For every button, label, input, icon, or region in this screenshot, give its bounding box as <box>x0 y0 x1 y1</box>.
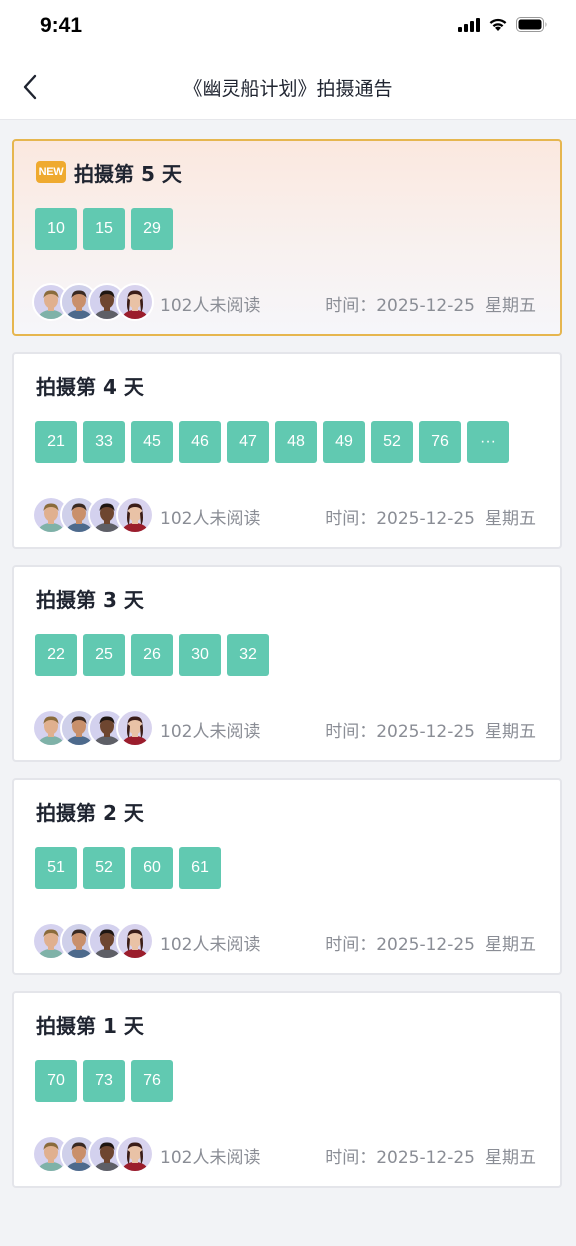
card-footer: 102人未阅读 时间：2025-12-25 星期五 <box>32 496 536 534</box>
avatar-stack[interactable] <box>32 283 154 321</box>
shoot-weekday: 星期五 <box>485 722 536 742</box>
card-footer: 102人未阅读 时间：2025-12-25 星期五 <box>32 709 536 747</box>
scene-chip[interactable]: 47 <box>227 421 269 463</box>
unread-count: 102人未阅读 <box>160 722 261 742</box>
scene-chip-list: 51 52 60 61 <box>35 847 221 889</box>
shoot-date: 2025-12-25 <box>376 935 475 955</box>
shoot-date: 2025-12-25 <box>376 1148 475 1168</box>
scene-chip[interactable]: 49 <box>323 421 365 463</box>
card-header: 拍摄第 2 天 <box>36 798 144 825</box>
notice-card[interactable]: 拍摄第 1 天 70 73 76 102人未阅读 时间：2025-12-25 星期五 <box>12 991 562 1188</box>
notice-card-list: NEW 拍摄第 5 天 10 15 29 102人未阅读 时间：2025-12-25 星期五拍… <box>12 139 562 1204</box>
shoot-time: 时间：2025-12-25 星期五 <box>325 717 536 742</box>
avatar <box>116 1135 154 1173</box>
signal-icon <box>458 17 480 36</box>
notice-card[interactable]: 拍摄第 4 天 21 33 45 46 47 48 49 52 76 ··· 102人未阅读 时间：20… <box>12 352 562 549</box>
card-header: 拍摄第 1 天 <box>36 1011 144 1038</box>
wifi-icon <box>488 17 508 36</box>
scene-chip[interactable]: 30 <box>179 634 221 676</box>
avatar <box>116 709 154 747</box>
time-label: 时间： <box>325 509 377 529</box>
scene-chip[interactable]: 46 <box>179 421 221 463</box>
shoot-time: 时间：2025-12-25 星期五 <box>325 504 536 529</box>
top-bar: 9:41 《幽灵船计划》拍摄通告 <box>0 0 576 120</box>
card-footer: 102人未阅读 时间：2025-12-25 星期五 <box>32 1135 536 1173</box>
avatar <box>116 496 154 534</box>
shoot-time: 时间：2025-12-25 星期五 <box>325 930 536 955</box>
scene-chip[interactable]: 21 <box>35 421 77 463</box>
scene-chip[interactable]: 76 <box>131 1060 173 1102</box>
scene-chip[interactable]: 51 <box>35 847 77 889</box>
card-header: NEW 拍摄第 5 天 <box>36 159 182 186</box>
scene-chip-list: 21 33 45 46 47 48 49 52 76 ··· <box>35 421 509 463</box>
card-title: 拍摄第 5 天 <box>74 161 182 186</box>
battery-icon <box>516 16 548 36</box>
avatar-stack[interactable] <box>32 496 154 534</box>
card-title: 拍摄第 3 天 <box>36 587 144 612</box>
shoot-date: 2025-12-25 <box>376 296 475 316</box>
avatar <box>116 283 154 321</box>
scene-chip[interactable]: 52 <box>371 421 413 463</box>
scene-chip[interactable]: 70 <box>35 1060 77 1102</box>
time-label: 时间： <box>325 722 377 742</box>
notice-card[interactable]: NEW 拍摄第 5 天 10 15 29 102人未阅读 时间：2025-12-25 星期五 <box>12 139 562 336</box>
scene-chip-list: 10 15 29 <box>35 208 173 250</box>
status-time: 9:41 <box>40 14 83 37</box>
avatar-stack[interactable] <box>32 709 154 747</box>
scene-chip[interactable]: 32 <box>227 634 269 676</box>
unread-count: 102人未阅读 <box>160 296 261 316</box>
card-header: 拍摄第 4 天 <box>36 372 144 399</box>
scene-chip[interactable]: 25 <box>83 634 125 676</box>
card-title: 拍摄第 2 天 <box>36 800 144 825</box>
status-bar: 9:41 <box>0 0 576 54</box>
scene-chip[interactable]: 10 <box>35 208 77 250</box>
scene-chip[interactable]: 52 <box>83 847 125 889</box>
scene-chip[interactable]: 48 <box>275 421 317 463</box>
shoot-weekday: 星期五 <box>485 296 536 316</box>
avatar-stack[interactable] <box>32 922 154 960</box>
shoot-weekday: 星期五 <box>485 1148 536 1168</box>
avatar-stack[interactable] <box>32 1135 154 1173</box>
scene-chip[interactable]: 22 <box>35 634 77 676</box>
shoot-time: 时间：2025-12-25 星期五 <box>325 291 536 316</box>
notice-card[interactable]: 拍摄第 2 天 51 52 60 61 102人未阅读 时间：2025-12-25 星期五 <box>12 778 562 975</box>
status-icons <box>458 16 548 36</box>
scene-chip[interactable]: 33 <box>83 421 125 463</box>
new-badge: NEW <box>36 161 66 183</box>
avatar <box>116 922 154 960</box>
shoot-date: 2025-12-25 <box>376 722 475 742</box>
scene-chip-list: 22 25 26 30 32 <box>35 634 269 676</box>
card-footer: 102人未阅读 时间：2025-12-25 星期五 <box>32 922 536 960</box>
notice-card[interactable]: 拍摄第 3 天 22 25 26 30 32 102人未阅读 时间：2025-12-25 星期五 <box>12 565 562 762</box>
scene-chip[interactable]: 29 <box>131 208 173 250</box>
shoot-time: 时间：2025-12-25 星期五 <box>325 1143 536 1168</box>
card-footer: 102人未阅读 时间：2025-12-25 星期五 <box>32 283 536 321</box>
scene-chip[interactable]: 15 <box>83 208 125 250</box>
shoot-weekday: 星期五 <box>485 935 536 955</box>
time-label: 时间： <box>325 296 377 316</box>
more-scenes-chip[interactable]: ··· <box>467 421 509 463</box>
scene-chip[interactable]: 26 <box>131 634 173 676</box>
unread-count: 102人未阅读 <box>160 935 261 955</box>
scene-chip[interactable]: 60 <box>131 847 173 889</box>
shoot-date: 2025-12-25 <box>376 509 475 529</box>
scene-chip[interactable]: 73 <box>83 1060 125 1102</box>
scene-chip[interactable]: 76 <box>419 421 461 463</box>
scene-chip[interactable]: 45 <box>131 421 173 463</box>
card-header: 拍摄第 3 天 <box>36 585 144 612</box>
scene-chip[interactable]: 61 <box>179 847 221 889</box>
page-title: 《幽灵船计划》拍摄通告 <box>183 78 393 100</box>
nav-bar: 《幽灵船计划》拍摄通告 <box>0 54 576 120</box>
shoot-weekday: 星期五 <box>485 509 536 529</box>
scene-chip-list: 70 73 76 <box>35 1060 173 1102</box>
time-label: 时间： <box>325 935 377 955</box>
unread-count: 102人未阅读 <box>160 1148 261 1168</box>
card-title: 拍摄第 4 天 <box>36 374 144 399</box>
unread-count: 102人未阅读 <box>160 509 261 529</box>
time-label: 时间： <box>325 1148 377 1168</box>
card-title: 拍摄第 1 天 <box>36 1013 144 1038</box>
